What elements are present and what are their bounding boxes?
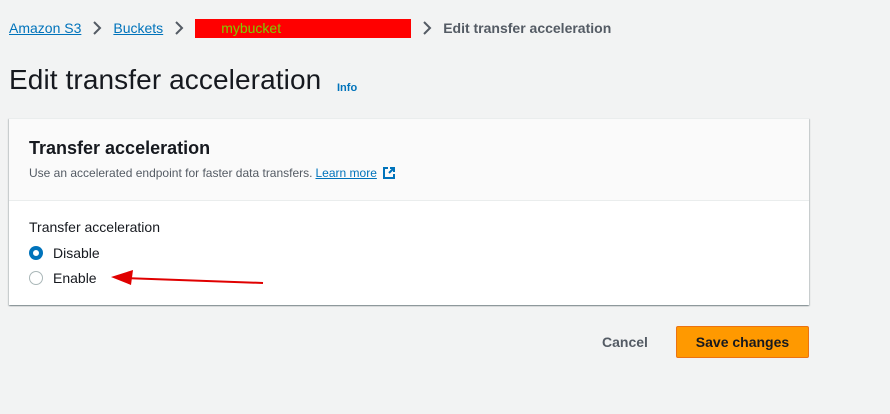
panel-description-text: Use an accelerated endpoint for faster d… [29, 166, 313, 180]
panel-description: Use an accelerated endpoint for faster d… [29, 166, 789, 180]
radio-option-enable[interactable]: Enable [29, 270, 789, 286]
panel-body: Transfer acceleration Disable Enable [9, 201, 809, 286]
chevron-right-icon [88, 19, 106, 37]
radio-label-enable[interactable]: Enable [53, 270, 97, 286]
field-label: Transfer acceleration [29, 219, 160, 235]
breadcrumb-amazon-s3-link[interactable]: Amazon S3 [9, 20, 81, 36]
transfer-acceleration-panel: Transfer acceleration Use an accelerated… [9, 118, 809, 305]
cancel-button[interactable]: Cancel [590, 327, 660, 357]
breadcrumb-current-page: Edit transfer acceleration [443, 20, 612, 36]
chevron-right-icon [170, 19, 188, 37]
learn-more-link[interactable]: Learn more [316, 166, 377, 180]
panel-title: Transfer acceleration [29, 138, 211, 158]
save-changes-button[interactable]: Save changes [676, 326, 809, 358]
breadcrumb: Amazon S3 Buckets mybucket Edit transfer… [9, 18, 611, 38]
radio-button-selected[interactable] [29, 245, 43, 260]
page-title: Edit transfer acceleration [9, 64, 322, 95]
external-link-icon[interactable] [382, 166, 396, 180]
radio-label-disable[interactable]: Disable [53, 245, 100, 261]
radio-option-disable[interactable]: Disable [29, 245, 789, 261]
radio-button-unselected[interactable] [29, 270, 43, 285]
chevron-right-icon [418, 19, 436, 37]
panel-header: Transfer acceleration Use an accelerated… [9, 119, 809, 201]
info-link[interactable]: Info [337, 82, 357, 94]
breadcrumb-bucket-link[interactable]: mybucket [195, 18, 412, 38]
breadcrumb-buckets-link[interactable]: Buckets [113, 20, 163, 36]
